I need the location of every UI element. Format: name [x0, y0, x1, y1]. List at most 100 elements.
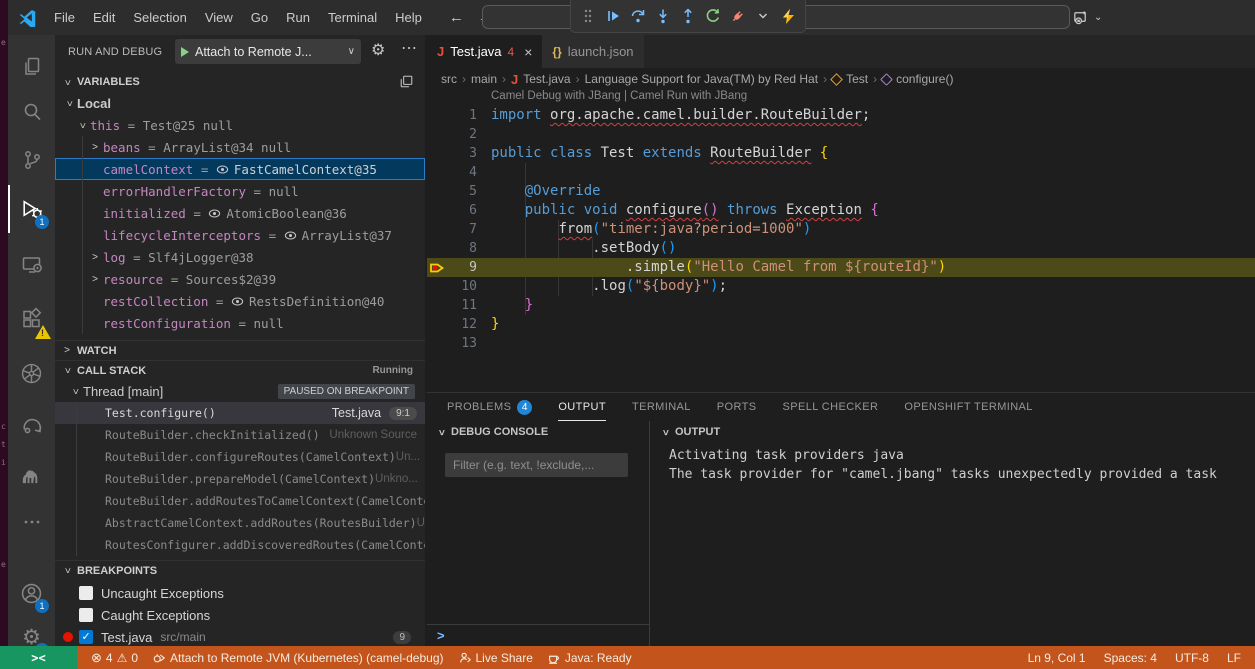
menu-go[interactable]: Go — [242, 6, 277, 29]
stack-frame-row[interactable]: RouteBuilder.addRoutesToCamelContext(Cam… — [55, 490, 425, 512]
variable-row[interactable]: camelContext = FastCamelContext@35 — [55, 158, 425, 180]
menu-edit[interactable]: Edit — [84, 6, 124, 29]
eye-icon[interactable] — [216, 163, 229, 176]
panel-tab-spell-checker[interactable]: SPELL CHECKER — [783, 393, 879, 421]
chevron-icon[interactable] — [62, 563, 73, 579]
restart-icon[interactable] — [704, 7, 722, 25]
menu-terminal[interactable]: Terminal — [319, 6, 386, 29]
openshift-icon[interactable] — [8, 403, 55, 447]
eye-icon[interactable] — [284, 229, 297, 242]
panel-tab-terminal[interactable]: TERMINAL — [632, 393, 691, 421]
variable-row[interactable]: beans = ArrayList@34 null — [55, 136, 425, 158]
chevron-icon[interactable] — [436, 424, 447, 440]
codelens-actions[interactable]: Camel Debug with JBang | Camel Run with … — [427, 90, 1255, 106]
output-log[interactable]: Activating task providers javaThe task p… — [651, 443, 1255, 484]
breakpoint-row[interactable]: Uncaught Exceptions — [55, 582, 425, 604]
variables-section-header[interactable]: VARIABLES — [55, 72, 425, 92]
chevron-icon[interactable] — [62, 363, 73, 379]
variable-row[interactable]: initialized = AtomicBoolean@36 — [55, 202, 425, 224]
kubernetes-icon[interactable] — [8, 351, 55, 395]
accounts-icon[interactable]: 1 — [8, 571, 55, 615]
chevron-icon[interactable] — [64, 95, 75, 111]
eye-icon[interactable] — [231, 295, 244, 308]
run-and-debug-icon[interactable]: 1 — [8, 187, 55, 231]
chevron-icon[interactable] — [87, 252, 103, 263]
problems-status[interactable]: 4 0 — [91, 650, 138, 666]
chevron-icon[interactable] — [62, 74, 73, 90]
code-line[interactable]: 9 .simple("Hello Camel from ${routeId}") — [427, 258, 1255, 277]
lightning-icon[interactable] — [779, 7, 797, 25]
breadcrumb-item[interactable]: src — [441, 72, 457, 86]
code-line[interactable]: 6 public void configure() throws Excepti… — [427, 201, 1255, 220]
code-line[interactable]: 13 — [427, 334, 1255, 353]
panel-tab-output[interactable]: OUTPUT — [558, 393, 606, 421]
debug-console-header[interactable]: DEBUG CONSOLE — [427, 421, 649, 443]
stack-frame-row[interactable]: Test.configure()Test.java9:1 — [55, 402, 425, 424]
indentation[interactable]: Spaces: 4 — [1104, 651, 1157, 665]
code-line[interactable]: 7 from("timer:java?period=1000") — [427, 220, 1255, 239]
search-icon[interactable] — [8, 90, 55, 134]
back-arrow-icon[interactable]: ← — [449, 9, 464, 26]
variable-row[interactable]: Local — [55, 92, 425, 114]
call-stack-section-header[interactable]: CALL STACK Running — [55, 360, 425, 380]
stack-frame-row[interactable]: AbstractCamelContext.addRoutes(RoutesBui… — [55, 512, 425, 534]
chevron-icon[interactable] — [59, 345, 75, 356]
panel-tab-ports[interactable]: PORTS — [717, 393, 757, 421]
camel-icon[interactable] — [8, 453, 55, 497]
breadcrumb-item[interactable]: main — [471, 72, 497, 86]
source-control-icon[interactable] — [8, 138, 55, 182]
menu-selection[interactable]: Selection — [124, 6, 195, 29]
tab-test-java[interactable]: J Test.java 4 × — [427, 35, 542, 68]
variable-row[interactable]: restConfiguration = null — [55, 312, 425, 334]
breadcrumb-item[interactable]: Language Support for Java(TM) by Red Hat — [585, 72, 818, 86]
encoding[interactable]: UTF-8 — [1175, 651, 1209, 665]
variable-row[interactable]: errorHandlerFactory = null — [55, 180, 425, 202]
code-line[interactable]: 3public class Test extends RouteBuilder … — [427, 144, 1255, 163]
variable-row[interactable]: resource = Sources$2@39 — [55, 268, 425, 290]
cursor-position[interactable]: Ln 9, Col 1 — [1028, 651, 1086, 665]
sidebar-more-icon[interactable]: ⋯ — [401, 38, 418, 58]
tab-launch-json[interactable]: {} launch.json — [542, 35, 644, 68]
menu-file[interactable]: File — [45, 6, 84, 29]
variable-row[interactable]: restCollection = RestsDefinition@40 — [55, 290, 425, 312]
code-line[interactable]: 1import org.apache.camel.builder.RouteBu… — [427, 106, 1255, 125]
watch-section-header[interactable]: WATCH — [55, 340, 425, 360]
debug-target-status[interactable]: Attach to Remote JVM (Kubernetes) (camel… — [152, 651, 443, 665]
breakpoint-row[interactable]: Test.javasrc/main9 — [55, 626, 425, 646]
continue-icon[interactable] — [604, 7, 622, 25]
code-line[interactable]: 8 .setBody() — [427, 239, 1255, 258]
eol-sequence[interactable]: LF — [1227, 651, 1241, 665]
eye-icon[interactable] — [208, 207, 221, 220]
chevron-icon[interactable] — [70, 383, 81, 399]
stack-frame-row[interactable]: RouteBuilder.checkInitialized()Unknown S… — [55, 424, 425, 446]
start-debug-icon[interactable] — [181, 47, 189, 57]
variable-row[interactable]: log = Slf4jLogger@38 — [55, 246, 425, 268]
code-line[interactable]: 5 @Override — [427, 182, 1255, 201]
extensions-icon[interactable] — [8, 297, 55, 341]
explorer-icon[interactable] — [8, 45, 55, 89]
remote-indicator[interactable]: >< — [0, 646, 77, 669]
breakpoint-checkbox[interactable] — [79, 630, 93, 644]
code-line[interactable]: 2 — [427, 125, 1255, 144]
remote-explorer-icon[interactable] — [8, 243, 55, 287]
breadcrumb-item[interactable]: configure() — [896, 72, 953, 86]
breadcrumb-item[interactable]: Test — [846, 72, 868, 86]
close-icon[interactable]: × — [524, 44, 532, 60]
layout-chevron-icon[interactable]: ⌄ — [1094, 12, 1102, 23]
variable-row[interactable]: this = Test@25 null — [55, 114, 425, 136]
output-header[interactable]: OUTPUT — [651, 421, 1255, 443]
variable-row[interactable]: lifecycleInterceptors = ArrayList@37 — [55, 224, 425, 246]
thread-row[interactable]: Thread [main] PAUSED ON BREAKPOINT — [55, 380, 425, 402]
breakpoint-checkbox[interactable] — [79, 608, 93, 622]
step-over-icon[interactable] — [629, 7, 647, 25]
breakpoint-checkbox[interactable] — [79, 586, 93, 600]
drag-grip-icon[interactable] — [579, 7, 597, 25]
menu-help[interactable]: Help — [386, 6, 431, 29]
java-status[interactable]: Java: Ready — [547, 651, 632, 665]
breakpoints-section-header[interactable]: BREAKPOINTS — [55, 560, 425, 580]
layout-icon[interactable] — [1072, 9, 1089, 26]
panel-tab-openshift-terminal[interactable]: OPENSHIFT TERMINAL — [904, 393, 1032, 421]
step-out-icon[interactable] — [679, 7, 697, 25]
disconnect-icon[interactable] — [729, 7, 747, 25]
collapse-all-icon[interactable] — [400, 75, 413, 88]
